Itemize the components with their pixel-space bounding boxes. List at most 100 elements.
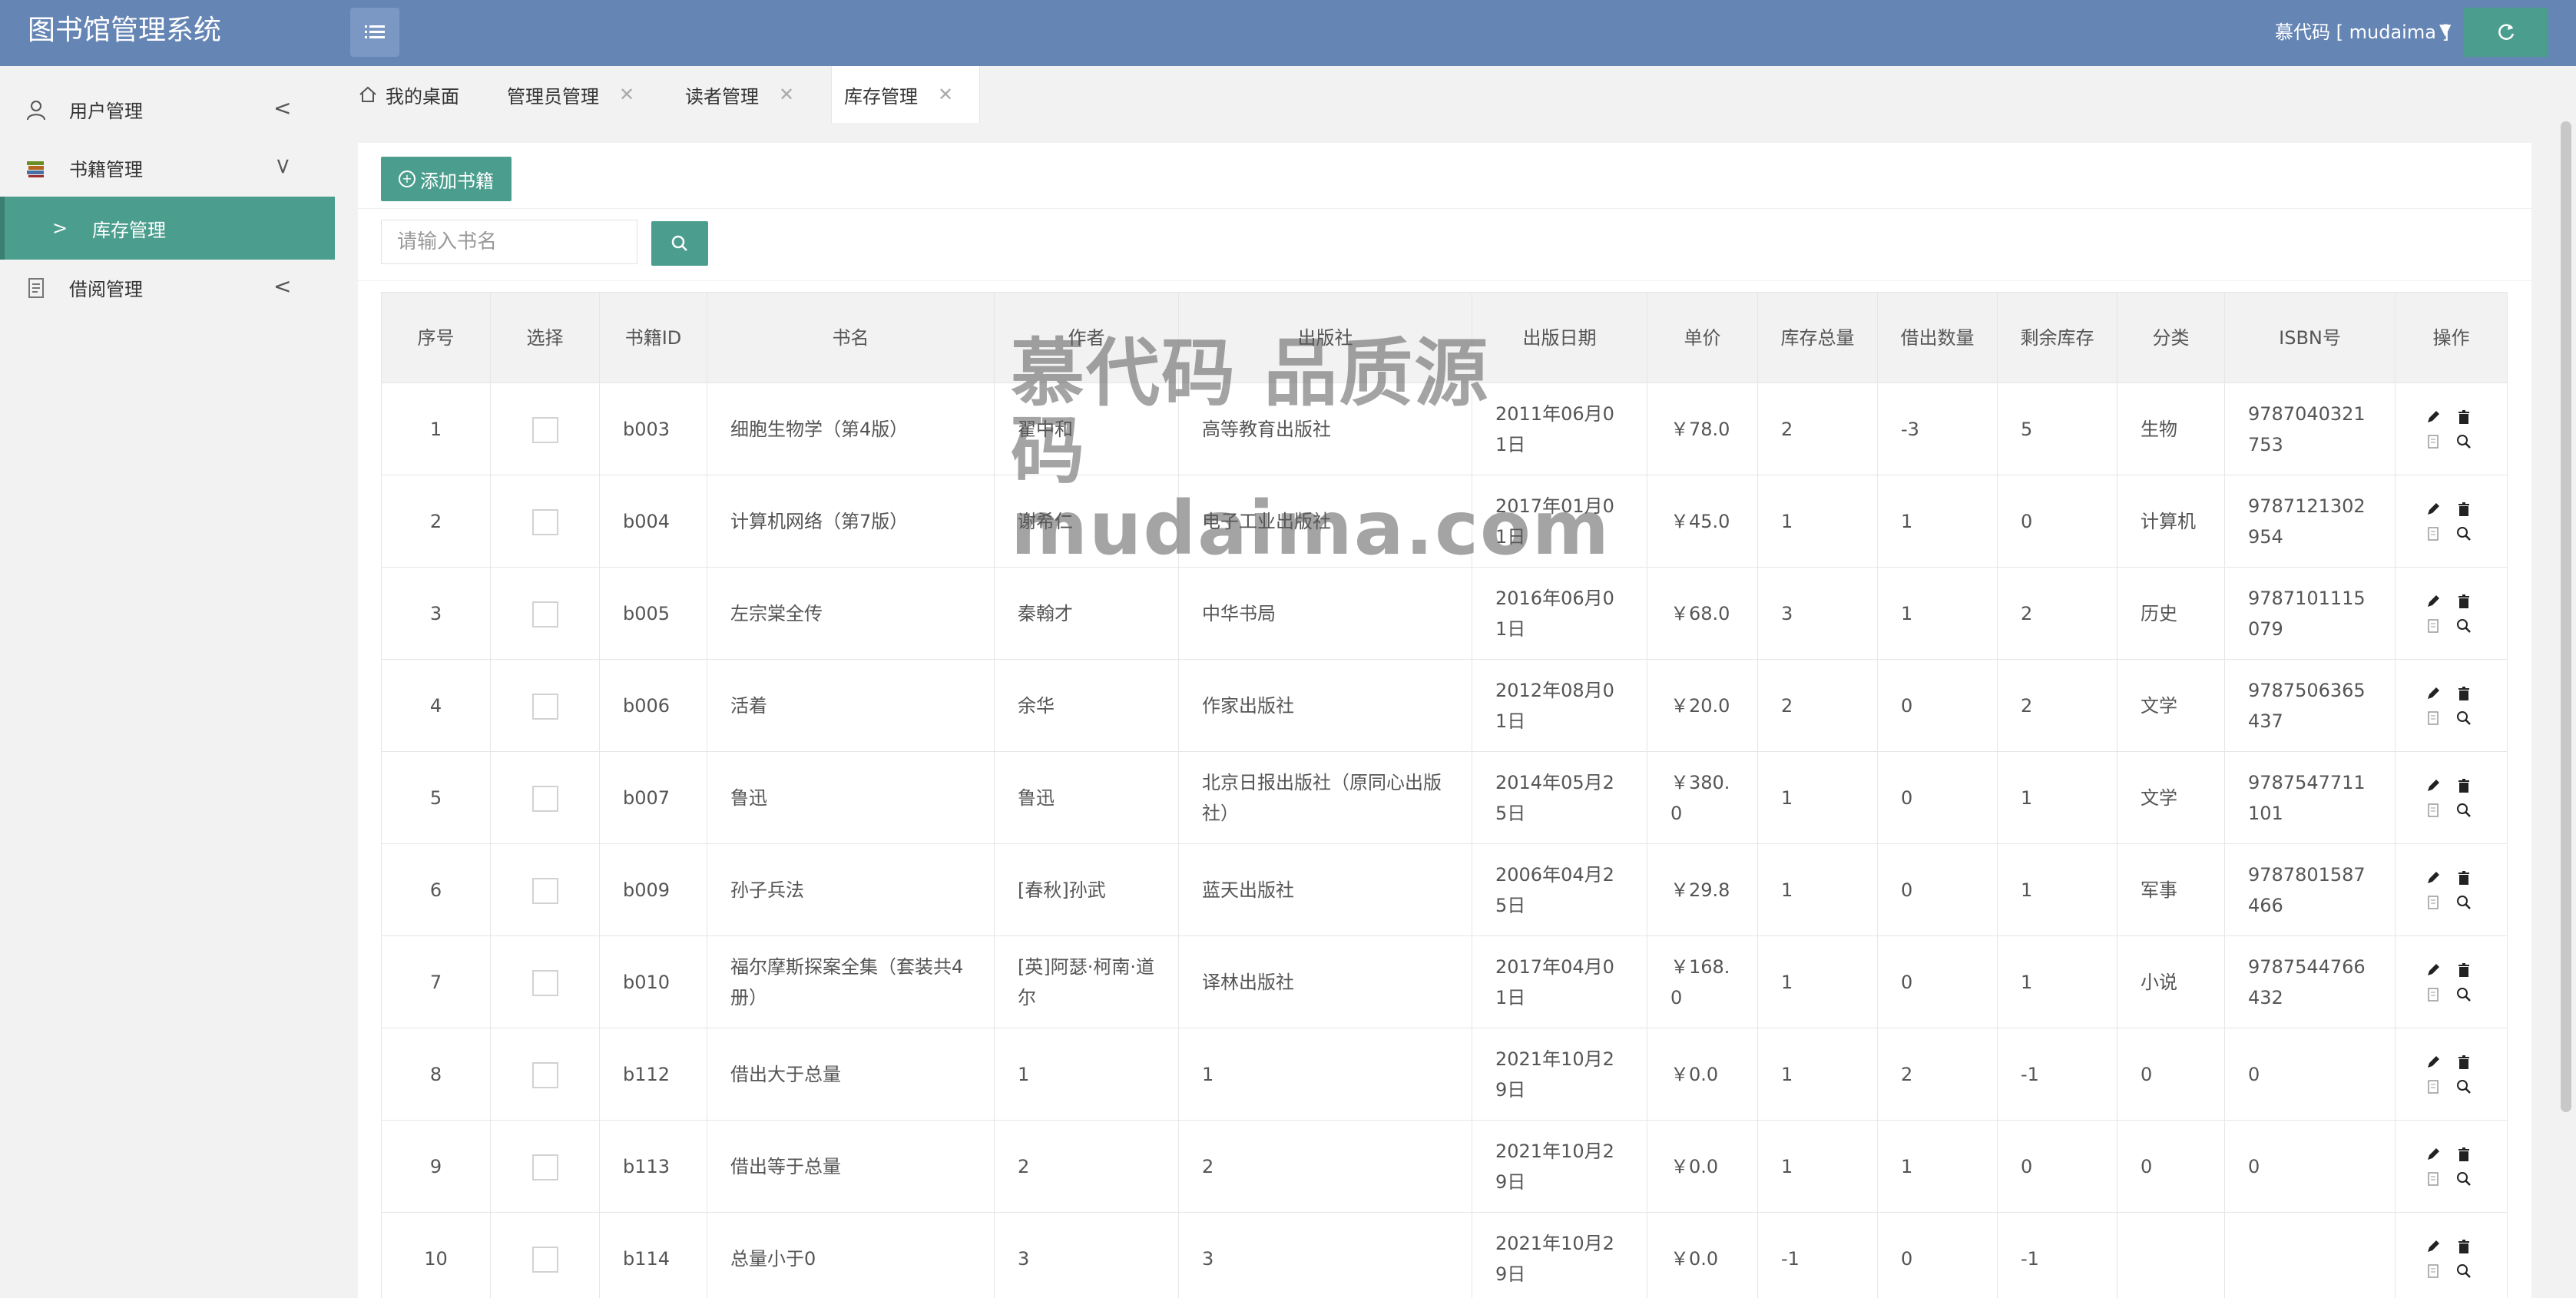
menu-toggle-button[interactable] xyxy=(350,8,399,57)
tab-readers[interactable]: 读者管理 ✕ xyxy=(685,66,831,123)
delete-icon[interactable] xyxy=(2453,406,2475,428)
row-checkbox[interactable] xyxy=(531,785,558,812)
search-icon[interactable] xyxy=(2453,800,2475,821)
row-checkbox[interactable] xyxy=(531,416,558,443)
row-checkbox[interactable] xyxy=(531,693,558,720)
column-header: 借出数量 xyxy=(1877,292,1998,383)
table-cell: 2021年10月29日 xyxy=(1472,1120,1647,1213)
user-menu[interactable]: 慕代码 [ mudaima ] xyxy=(2275,18,2449,46)
search-icon[interactable] xyxy=(2453,984,2475,1005)
table-cell: 福尔摩斯探案全集（套装共4册） xyxy=(707,935,995,1028)
table-cell: ￥0.0 xyxy=(1647,1212,1758,1298)
search-icon[interactable] xyxy=(2453,431,2475,452)
delete-icon[interactable] xyxy=(2453,498,2475,520)
search-icon[interactable] xyxy=(2453,1168,2475,1190)
detail-icon[interactable] xyxy=(2422,431,2444,452)
row-checkbox[interactable] xyxy=(531,1246,558,1273)
row-checkbox[interactable] xyxy=(531,1061,558,1088)
delete-icon[interactable] xyxy=(2453,591,2475,612)
search-icon[interactable] xyxy=(2453,523,2475,545)
row-checkbox[interactable] xyxy=(531,1154,558,1180)
search-button[interactable] xyxy=(651,221,708,266)
search-icon[interactable] xyxy=(2453,707,2475,729)
delete-icon[interactable] xyxy=(2453,959,2475,981)
detail-icon[interactable] xyxy=(2422,523,2444,545)
table-header-row: 序号 选择 书籍ID 书名 作者 出版社 出版日期 单价 库存总量 借出数量 剩余库存 分类 ISBN号… xyxy=(381,292,2508,383)
edit-icon[interactable] xyxy=(2422,1144,2444,1165)
close-icon[interactable]: ✕ xyxy=(779,84,794,105)
close-icon[interactable]: ✕ xyxy=(938,84,953,105)
cell-index: 8 xyxy=(381,1028,491,1121)
table-cell: 2006年04月25日 xyxy=(1472,843,1647,936)
table-cell: 2014年05月25日 xyxy=(1472,751,1647,844)
close-icon[interactable]: ✕ xyxy=(619,84,634,105)
refresh-button[interactable] xyxy=(2464,8,2548,57)
delete-icon[interactable] xyxy=(2453,1051,2475,1073)
table-cell: 1 xyxy=(1877,475,1998,568)
delete-icon[interactable] xyxy=(2453,1144,2475,1165)
column-header: 书籍ID xyxy=(599,292,707,383)
table-cell: ￥29.8 xyxy=(1647,843,1758,936)
row-checkbox[interactable] xyxy=(531,969,558,996)
row-checkbox[interactable] xyxy=(531,877,558,904)
row-checkbox[interactable] xyxy=(531,508,558,535)
table-cell: 左宗棠全传 xyxy=(707,567,995,660)
column-header: 作者 xyxy=(994,292,1179,383)
table-cell: 1 xyxy=(1757,935,1878,1028)
sidebar-item-inventory[interactable]: > 库存管理 xyxy=(0,197,335,260)
edit-icon[interactable] xyxy=(2422,406,2444,428)
sidebar-item-label: 用户管理 xyxy=(69,100,143,122)
detail-icon[interactable] xyxy=(2422,800,2444,821)
detail-icon[interactable] xyxy=(2422,707,2444,729)
search-icon[interactable] xyxy=(2453,615,2475,637)
table-cell: 1 xyxy=(1757,751,1878,844)
search-icon[interactable] xyxy=(2453,1076,2475,1098)
edit-icon[interactable] xyxy=(2422,591,2444,612)
detail-icon[interactable] xyxy=(2422,1076,2444,1098)
row-checkbox[interactable] xyxy=(531,601,558,627)
table-cell: 0 xyxy=(2117,1028,2225,1121)
user-icon xyxy=(27,101,45,121)
delete-icon[interactable] xyxy=(2453,775,2475,796)
delete-icon[interactable] xyxy=(2453,867,2475,889)
edit-icon[interactable] xyxy=(2422,775,2444,796)
edit-icon[interactable] xyxy=(2422,683,2444,704)
cell-index: 9 xyxy=(381,1120,491,1213)
edit-icon[interactable] xyxy=(2422,1051,2444,1073)
search-icon[interactable] xyxy=(2453,1260,2475,1282)
sidebar-item-borrow[interactable]: 借阅管理 < xyxy=(0,260,335,315)
detail-icon[interactable] xyxy=(2422,892,2444,913)
table-cell: 0 xyxy=(1877,843,1998,936)
delete-icon[interactable] xyxy=(2453,683,2475,704)
edit-icon[interactable] xyxy=(2422,498,2444,520)
table-row: 1 b003 细胞生物学（第4版） 翟中和 高等教育出版社 2011年06月01日 ￥78.… xyxy=(381,382,2508,475)
cell-operations xyxy=(2395,1212,2508,1298)
scrollbar-thumb[interactable] xyxy=(2561,121,2571,1112)
edit-icon[interactable] xyxy=(2422,867,2444,889)
tab-admin[interactable]: 管理员管理 ✕ xyxy=(507,66,668,123)
search-icon[interactable] xyxy=(2453,892,2475,913)
tab-inventory[interactable]: 库存管理 ✕ xyxy=(831,66,980,123)
search-input[interactable] xyxy=(381,220,637,264)
table-cell: 2 xyxy=(1997,659,2117,752)
table-cell: 2 xyxy=(1997,567,2117,660)
caret-down-icon[interactable]: ▼ xyxy=(2439,20,2451,38)
table-cell: 2 xyxy=(1178,1120,1472,1213)
detail-icon[interactable] xyxy=(2422,1260,2444,1282)
sidebar-item-users[interactable]: 用户管理 < xyxy=(0,81,335,137)
edit-icon[interactable] xyxy=(2422,959,2444,981)
books-table-wrap: 序号 选择 书籍ID 书名 作者 出版社 出版日期 单价 库存总量 借出数量 剩余库存 分类 ISBN号… xyxy=(381,292,2508,1298)
detail-icon[interactable] xyxy=(2422,984,2444,1005)
edit-icon[interactable] xyxy=(2422,1236,2444,1257)
table-cell: 2016年06月01日 xyxy=(1472,567,1647,660)
cell-select xyxy=(490,843,600,936)
detail-icon[interactable] xyxy=(2422,1168,2444,1190)
table-cell: 中华书局 xyxy=(1178,567,1472,660)
add-book-button[interactable]: + 添加书籍 xyxy=(381,157,512,201)
sidebar-item-books[interactable]: 书籍管理 < xyxy=(0,140,335,195)
delete-icon[interactable] xyxy=(2453,1236,2475,1257)
detail-icon[interactable] xyxy=(2422,615,2444,637)
tab-desktop[interactable]: 我的桌面 xyxy=(358,66,488,123)
table-cell: ￥0.0 xyxy=(1647,1028,1758,1121)
cell-index: 1 xyxy=(381,382,491,475)
